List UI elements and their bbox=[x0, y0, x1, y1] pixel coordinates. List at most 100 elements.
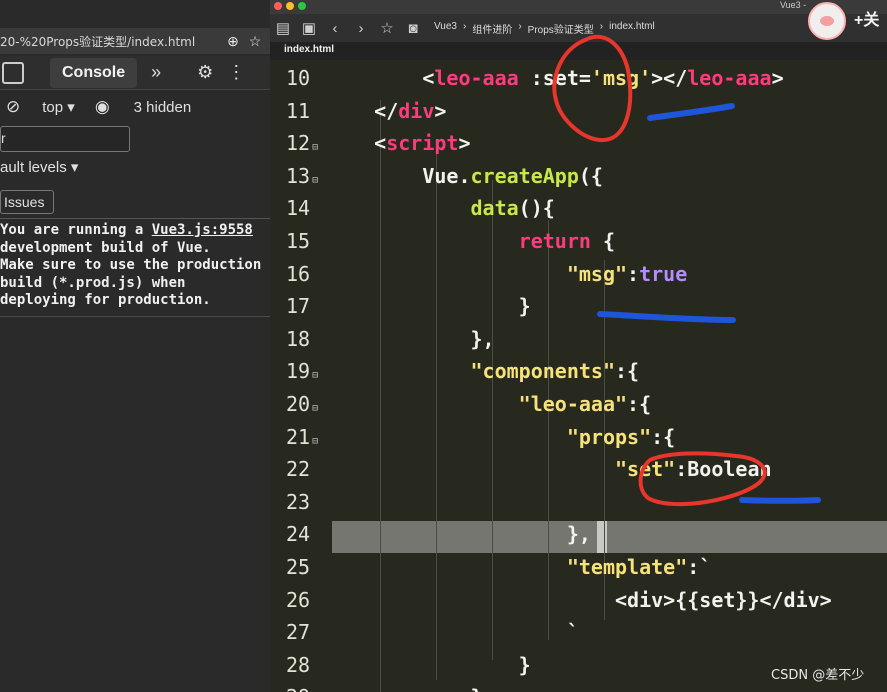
more-tabs-icon[interactable]: » bbox=[151, 62, 161, 83]
device-toggle-icon[interactable] bbox=[2, 61, 24, 84]
address-bar[interactable]: 20-%20Props验证类型/index.html ⊕ ☆ ● bbox=[0, 28, 288, 54]
message-body: development build of Vue. Make sure to u… bbox=[0, 239, 262, 309]
code-line: "set":Boolean bbox=[326, 457, 887, 481]
code-line: "template":` bbox=[326, 555, 887, 579]
code-token: > bbox=[458, 131, 471, 156]
zoom-icon[interactable]: ⊕ bbox=[222, 30, 244, 52]
context-select[interactable]: top ▾ bbox=[42, 98, 75, 116]
code-line: } bbox=[326, 294, 887, 318]
code-token: "leo-aaa" bbox=[518, 392, 628, 416]
code-line: "components":{ bbox=[326, 359, 887, 383]
issues-button[interactable]: Issues bbox=[0, 190, 54, 214]
console-message: You are running a Vue3.js:9558 developme… bbox=[0, 222, 288, 310]
gear-icon[interactable]: ⚙ bbox=[197, 62, 213, 83]
breadcrumb-item[interactable]: Props验证类型 bbox=[528, 21, 594, 36]
avatar[interactable] bbox=[808, 2, 846, 40]
code-line: } bbox=[326, 685, 887, 692]
code-token: (){ bbox=[518, 196, 555, 221]
code-token: "components" bbox=[470, 359, 616, 384]
maximize-window-icon[interactable] bbox=[298, 2, 306, 10]
window-title: Vue3 - bbox=[780, 0, 807, 10]
code-token: :` bbox=[687, 555, 712, 579]
code-token: data bbox=[470, 196, 519, 221]
code-token: } bbox=[326, 652, 531, 677]
bookmark-star-icon[interactable]: ☆ bbox=[244, 30, 266, 52]
source-link[interactable]: Vue3.js:9558 bbox=[152, 222, 253, 238]
code-token: :{ bbox=[615, 359, 640, 384]
code-token: leo-aaa bbox=[687, 66, 772, 90]
code-editor: Vue3 - ▤ ▣ ‹ › ☆ ◙ Vue3 › 组件进阶 › Props验证类型… bbox=[270, 0, 887, 692]
code-token: createApp bbox=[470, 163, 579, 188]
code-line: </div> bbox=[326, 99, 887, 123]
code-token: "set" bbox=[614, 457, 676, 482]
code-line: }, bbox=[326, 522, 887, 546]
code-line: return { bbox=[326, 229, 887, 253]
address-text[interactable]: 20-%20Props验证类型/index.html bbox=[0, 33, 222, 50]
breadcrumb-item[interactable]: Vue3 bbox=[434, 21, 457, 36]
browser-devtools: 20-%20Props验证类型/index.html ⊕ ☆ ● Console… bbox=[0, 0, 288, 692]
code-token: :{ bbox=[651, 424, 676, 449]
new-button[interactable]: +关 bbox=[854, 6, 879, 30]
message-prefix: You are running a bbox=[0, 222, 152, 238]
breadcrumb-item[interactable]: 组件进阶 bbox=[472, 21, 512, 36]
code-token: script bbox=[386, 131, 459, 156]
code-token: { bbox=[590, 229, 615, 253]
code-token: :set= bbox=[518, 66, 591, 90]
file-tab[interactable]: index.html bbox=[284, 44, 334, 55]
code-token: :Boolean bbox=[675, 457, 772, 482]
back-icon[interactable]: ‹ bbox=[322, 20, 348, 37]
filter-input[interactable]: r bbox=[0, 126, 130, 152]
code-token: "msg" bbox=[566, 261, 628, 286]
code-token: < bbox=[326, 131, 387, 156]
code-token: : bbox=[627, 261, 640, 286]
code-token: Vue. bbox=[326, 163, 471, 188]
code-token: "props" bbox=[566, 424, 652, 449]
breadcrumb-item[interactable]: index.html bbox=[609, 21, 655, 36]
code-token: ></ bbox=[651, 66, 688, 90]
eye-icon[interactable]: ◉ bbox=[95, 97, 110, 117]
code-token: }, bbox=[326, 326, 495, 351]
devtools-tabbar: Console » ⚙ ⋮ bbox=[0, 56, 288, 90]
code-line: }, bbox=[326, 327, 887, 351]
code-line: ` bbox=[326, 620, 887, 644]
code-token: } bbox=[326, 685, 482, 692]
code-token: > bbox=[771, 66, 784, 90]
code-area[interactable]: <leo-aaa :set='msg'></leo-aaa> </div> <s… bbox=[270, 60, 887, 692]
close-window-icon[interactable] bbox=[274, 2, 282, 10]
code-token: "template" bbox=[566, 555, 688, 579]
minimize-window-icon[interactable] bbox=[286, 2, 294, 10]
code-token: }, bbox=[326, 522, 591, 547]
code-token: <div>{{set}}</div> bbox=[326, 587, 832, 612]
code-token: ({ bbox=[578, 163, 603, 188]
kebab-menu-icon[interactable]: ⋮ bbox=[227, 62, 245, 83]
code-token: div bbox=[398, 98, 435, 123]
code-token: leo-aaa bbox=[434, 66, 519, 90]
window-titlebar: Vue3 - bbox=[270, 0, 887, 14]
preview-icon[interactable]: ◙ bbox=[400, 20, 426, 37]
code-line: Vue.createApp({ bbox=[326, 164, 887, 188]
code-line: <script> bbox=[326, 131, 887, 155]
sidebar-toggle-icon[interactable]: ▤ bbox=[270, 19, 296, 37]
tab-console[interactable]: Console bbox=[50, 57, 138, 88]
save-icon[interactable]: ▣ bbox=[296, 19, 322, 37]
code-line: "leo-aaa":{ bbox=[326, 392, 887, 416]
clear-console-icon[interactable]: ⊘ bbox=[6, 97, 20, 117]
code-line: "props":{ bbox=[326, 425, 887, 449]
log-levels-select[interactable]: ault levels ▾ bbox=[0, 158, 78, 176]
code-token: > bbox=[434, 98, 447, 123]
breadcrumb: Vue3 › 组件进阶 › Props验证类型 › index.html bbox=[434, 20, 655, 36]
code-line: <div>{{set}}</div> bbox=[326, 588, 887, 612]
forward-icon[interactable]: › bbox=[348, 20, 374, 37]
star-icon[interactable]: ☆ bbox=[374, 19, 400, 37]
console-toolbar: ⊘ top ▾ ◉ 3 hidden bbox=[0, 92, 288, 122]
divider bbox=[0, 316, 288, 317]
code-line: <leo-aaa :set='msg'></leo-aaa> bbox=[326, 66, 887, 90]
code-token: < bbox=[326, 66, 435, 90]
